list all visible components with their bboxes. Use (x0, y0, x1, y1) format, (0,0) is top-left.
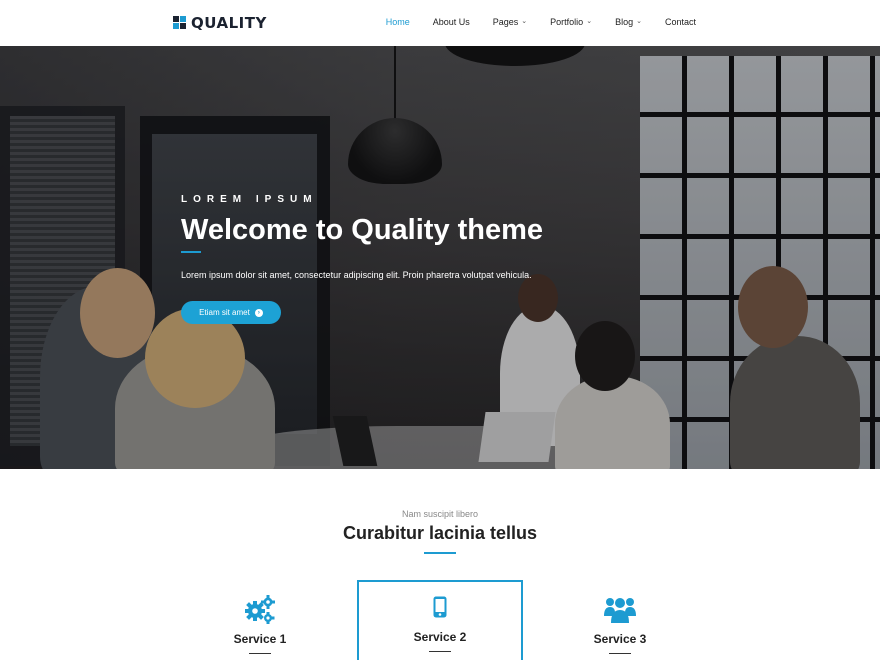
hero-banner: LOREM IPSUM Welcome to Quality theme Lor… (0, 46, 880, 469)
service-title: Service 1 (233, 632, 287, 646)
site-logo[interactable]: QUALITY (173, 14, 267, 32)
service-divider (429, 651, 451, 652)
gears-icon (177, 594, 343, 624)
hero-description: Lorem ipsum dolor sit amet, consectetur … (181, 270, 532, 280)
nav-item-contact[interactable]: Contact (665, 17, 696, 27)
section-title-bold: lacinia (428, 523, 486, 543)
service-card-3[interactable]: Service 3 (537, 580, 703, 660)
nav-item-blog[interactable]: Blog ⌄ (615, 17, 642, 27)
nav-item-pages[interactable]: Pages ⌄ (493, 17, 527, 27)
main-nav: Home About Us Pages ⌄ Portfolio ⌄ Blog ⌄ Co… (363, 17, 696, 27)
service-card-1[interactable]: Service 1 (177, 580, 343, 660)
nav-item-about-us[interactable]: About Us (433, 17, 470, 27)
hero-divider (181, 251, 201, 253)
hero-cta-label: Etiam sit amet (199, 308, 250, 317)
nav-item-home[interactable]: Home (386, 17, 410, 27)
section-title: Curabitur lacinia tellus (0, 523, 880, 544)
chevron-down-icon: ⌄ (586, 18, 593, 25)
logo-text: QUALITY (191, 14, 267, 32)
site-header: QUALITY Home About Us Pages ⌄ Portfolio ⌄ … (0, 0, 880, 46)
section-subtitle: Nam suscipit libero (401, 509, 479, 519)
service-title: Service 2 (413, 630, 467, 644)
nav-item-label: Pages (492, 17, 519, 27)
hero-cta-button[interactable]: Etiam sit amet › (181, 301, 281, 324)
section-title-pre: Curabitur (342, 523, 429, 543)
section-divider (424, 552, 456, 554)
nav-item-label: Blog (615, 17, 634, 27)
service-divider (249, 653, 271, 654)
chevron-right-circle-icon: › (254, 308, 263, 317)
chevron-down-icon: ⌄ (521, 18, 528, 25)
nav-item-label: Contact (664, 17, 696, 27)
service-card-2[interactable]: Service 2 (357, 580, 523, 660)
nav-item-label: About Us (432, 17, 470, 27)
chevron-down-icon: ⌄ (636, 18, 642, 25)
hero-title: Welcome to Quality theme (181, 214, 544, 246)
hero-eyebrow: LOREM IPSUM (181, 194, 318, 205)
section-title-post: tellus (485, 523, 538, 543)
mobile-phone-icon (359, 596, 521, 626)
nav-item-label: Portfolio (550, 17, 584, 27)
service-title: Service 3 (593, 632, 647, 646)
grid-logo-icon (173, 16, 187, 30)
nav-item-portfolio[interactable]: Portfolio ⌄ (550, 17, 592, 27)
service-divider (609, 653, 631, 654)
nav-item-label: Home (385, 17, 410, 27)
users-group-icon (537, 594, 703, 624)
